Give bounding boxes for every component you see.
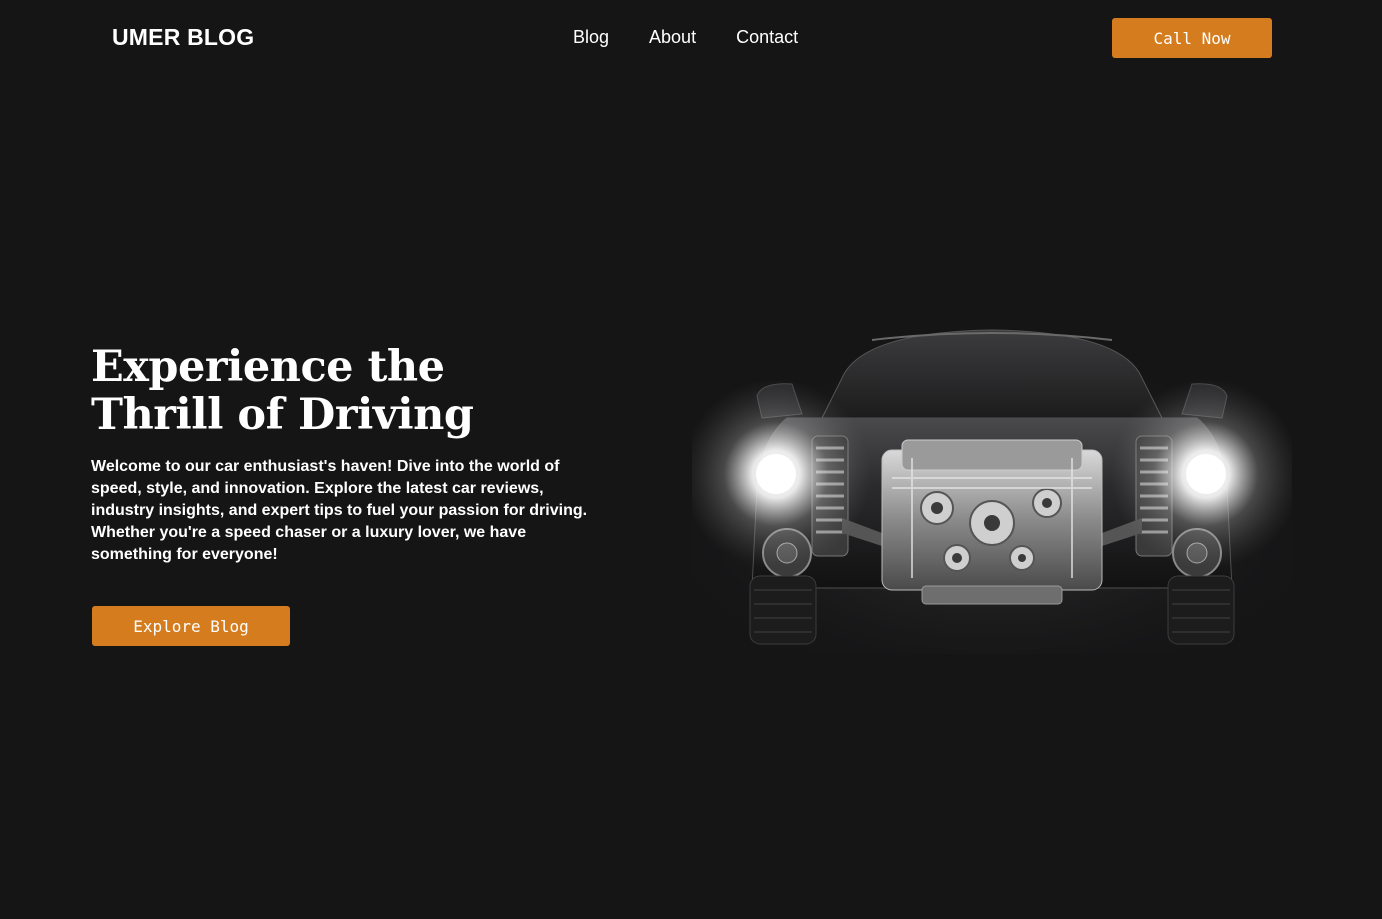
explore-blog-button[interactable]: Explore Blog — [92, 606, 290, 646]
navbar: UMER BLOG Blog About Contact Call Now — [0, 0, 1382, 76]
nav-link-blog[interactable]: Blog — [573, 27, 609, 48]
call-now-button[interactable]: Call Now — [1112, 18, 1272, 58]
hero-description: Welcome to our car enthusiast's haven! D… — [91, 458, 588, 563]
nav-link-about[interactable]: About — [649, 27, 696, 48]
car-engine-image — [692, 329, 1292, 654]
nav-link-contact[interactable]: Contact — [736, 27, 798, 48]
hero-title: Experience the Thrill of Driving — [91, 343, 631, 439]
hero-title-line1: Experience the — [91, 342, 445, 392]
site-logo[interactable]: UMER BLOG — [112, 24, 254, 51]
hero-title-line2: Thrill of Driving — [91, 390, 474, 440]
main-nav: Blog About Contact — [573, 27, 838, 48]
